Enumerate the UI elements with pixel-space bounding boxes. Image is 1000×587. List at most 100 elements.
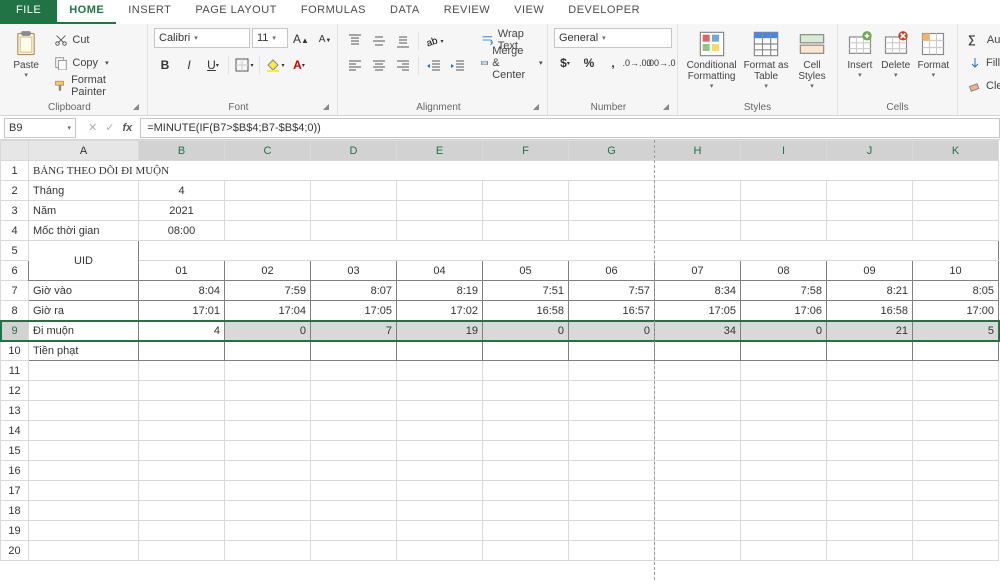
- cell[interactable]: [741, 481, 827, 501]
- col-header[interactable]: I: [741, 141, 827, 161]
- cell[interactable]: [311, 421, 397, 441]
- borders-button[interactable]: ▾: [233, 54, 255, 76]
- paste-button[interactable]: Paste ▾: [6, 28, 46, 79]
- cell[interactable]: [569, 441, 655, 461]
- format-painter-button[interactable]: Format Painter: [50, 76, 141, 96]
- cell[interactable]: 17:01: [139, 301, 225, 321]
- tab-insert[interactable]: INSERT: [116, 0, 183, 24]
- col-header[interactable]: J: [827, 141, 913, 161]
- cell[interactable]: [827, 381, 913, 401]
- tab-review[interactable]: REVIEW: [432, 0, 502, 24]
- cell[interactable]: [139, 481, 225, 501]
- cell[interactable]: 7:51: [483, 281, 569, 301]
- fx-icon[interactable]: fx: [122, 122, 132, 134]
- cell[interactable]: [655, 441, 741, 461]
- cell[interactable]: [311, 461, 397, 481]
- cell[interactable]: [569, 181, 655, 201]
- cell[interactable]: [139, 521, 225, 541]
- cell-active[interactable]: 4: [139, 321, 225, 341]
- row-header[interactable]: 1: [1, 161, 29, 181]
- row-header[interactable]: 16: [1, 461, 29, 481]
- cell[interactable]: [913, 181, 999, 201]
- increase-decimal-button[interactable]: .0→.00: [626, 52, 648, 74]
- name-box[interactable]: B9▾: [4, 118, 76, 138]
- spreadsheet-grid[interactable]: A B C D E F G H I J K 1BẢNG THEO DÕI ĐI …: [0, 140, 1000, 580]
- cell[interactable]: Giờ vào: [29, 281, 139, 301]
- col-header[interactable]: D: [311, 141, 397, 161]
- bold-button[interactable]: B: [154, 54, 176, 76]
- cell[interactable]: [29, 441, 139, 461]
- cell[interactable]: Tiền phạt: [29, 341, 139, 361]
- cell[interactable]: 0: [569, 321, 655, 341]
- cell[interactable]: [913, 481, 999, 501]
- format-as-table-button[interactable]: Format as Table▾: [743, 28, 789, 90]
- cell[interactable]: 17:00: [913, 301, 999, 321]
- cell[interactable]: [225, 341, 311, 361]
- cell[interactable]: 5: [913, 321, 999, 341]
- cell[interactable]: [827, 461, 913, 481]
- row-header[interactable]: 5: [1, 241, 29, 261]
- align-top-button[interactable]: [344, 30, 366, 52]
- cell[interactable]: 8:07: [311, 281, 397, 301]
- col-header[interactable]: E: [397, 141, 483, 161]
- cell[interactable]: [741, 361, 827, 381]
- cell[interactable]: [655, 381, 741, 401]
- cell[interactable]: [569, 541, 655, 561]
- cell[interactable]: [655, 481, 741, 501]
- cell[interactable]: [827, 481, 913, 501]
- cell[interactable]: 0: [225, 321, 311, 341]
- cell[interactable]: [569, 201, 655, 221]
- cell[interactable]: [29, 541, 139, 561]
- cell[interactable]: 17:06: [741, 301, 827, 321]
- accounting-button[interactable]: $▾: [554, 52, 576, 74]
- row-header[interactable]: 20: [1, 541, 29, 561]
- cell[interactable]: [655, 181, 741, 201]
- cell[interactable]: 7:59: [225, 281, 311, 301]
- cell[interactable]: [913, 361, 999, 381]
- cell[interactable]: 7:57: [569, 281, 655, 301]
- row-header[interactable]: 15: [1, 441, 29, 461]
- cell[interactable]: 04: [397, 261, 483, 281]
- cell[interactable]: [483, 221, 569, 241]
- cell[interactable]: [741, 541, 827, 561]
- cell[interactable]: [397, 461, 483, 481]
- tab-home[interactable]: HOME: [57, 0, 116, 24]
- tab-developer[interactable]: DEVELOPER: [556, 0, 652, 24]
- cell[interactable]: 06: [569, 261, 655, 281]
- cell[interactable]: [225, 201, 311, 221]
- row-header[interactable]: 7: [1, 281, 29, 301]
- cell[interactable]: 7: [311, 321, 397, 341]
- copy-button[interactable]: Copy▾: [50, 53, 141, 73]
- row-header[interactable]: 12: [1, 381, 29, 401]
- font-color-button[interactable]: A▾: [288, 54, 310, 76]
- row-header[interactable]: 14: [1, 421, 29, 441]
- cell[interactable]: [139, 441, 225, 461]
- cell[interactable]: 08: [741, 261, 827, 281]
- cell[interactable]: [655, 201, 741, 221]
- decrease-indent-button[interactable]: [423, 55, 445, 77]
- cell[interactable]: [483, 501, 569, 521]
- cell[interactable]: [225, 501, 311, 521]
- align-middle-button[interactable]: [368, 30, 390, 52]
- cell[interactable]: 09: [827, 261, 913, 281]
- decrease-decimal-button[interactable]: .00→.0: [650, 52, 672, 74]
- cell[interactable]: [397, 541, 483, 561]
- cell[interactable]: [225, 181, 311, 201]
- cell[interactable]: [569, 461, 655, 481]
- cell[interactable]: [913, 201, 999, 221]
- tab-formulas[interactable]: FORMULAS: [289, 0, 378, 24]
- cell[interactable]: [569, 521, 655, 541]
- cell[interactable]: [913, 441, 999, 461]
- fill-color-button[interactable]: ▾: [264, 54, 286, 76]
- col-header[interactable]: F: [483, 141, 569, 161]
- cell[interactable]: [483, 421, 569, 441]
- underline-button[interactable]: U▾: [202, 54, 224, 76]
- cell[interactable]: [225, 541, 311, 561]
- cell[interactable]: 05: [483, 261, 569, 281]
- cell[interactable]: [225, 401, 311, 421]
- cell[interactable]: Tháng: [29, 181, 139, 201]
- col-header[interactable]: B: [139, 141, 225, 161]
- cell[interactable]: [569, 501, 655, 521]
- row-header[interactable]: 9: [1, 321, 29, 341]
- cell[interactable]: [311, 381, 397, 401]
